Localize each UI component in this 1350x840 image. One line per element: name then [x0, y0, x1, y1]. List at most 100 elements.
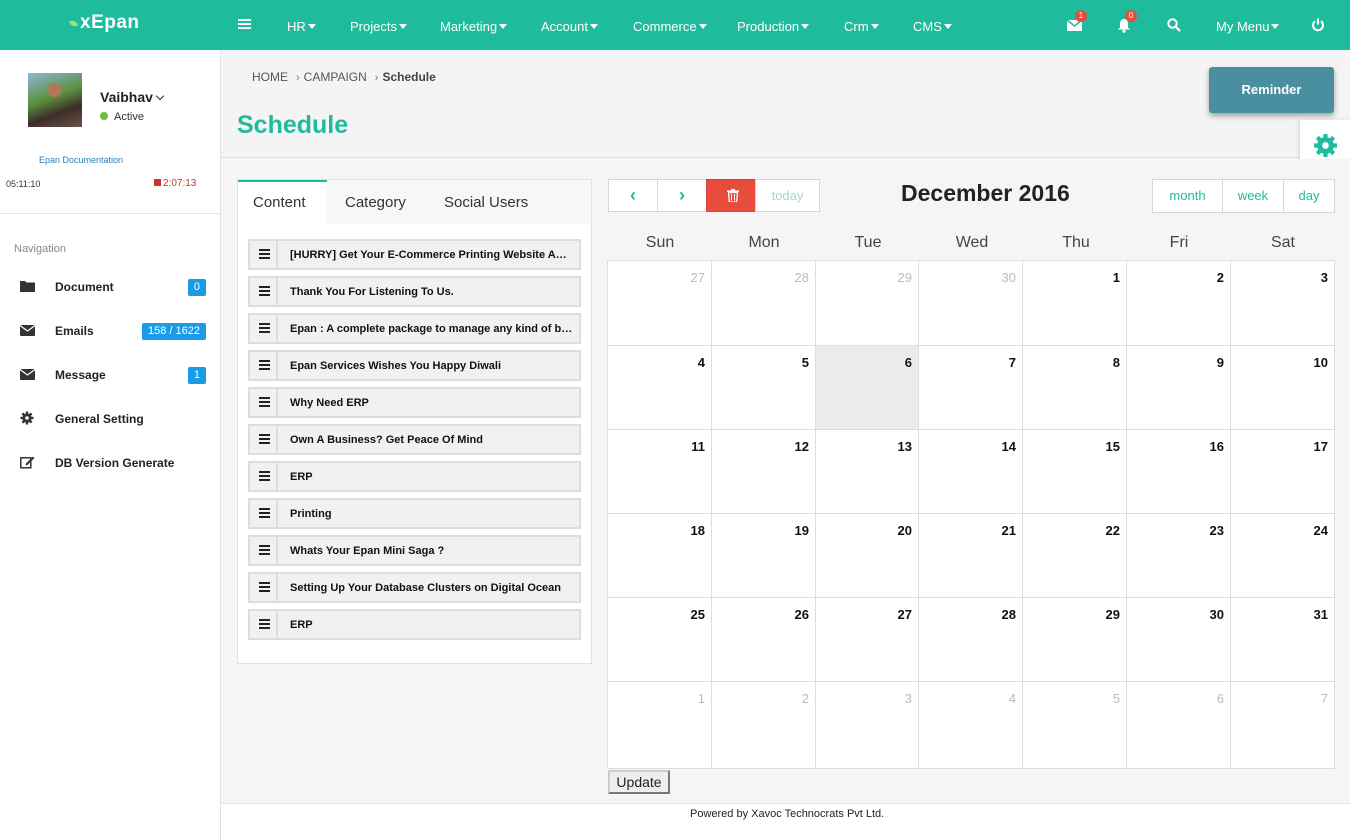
- brand-logo[interactable]: xEpan: [69, 12, 140, 34]
- calendar-day-cell[interactable]: 24: [1231, 514, 1335, 598]
- calendar-day-cell[interactable]: 28: [919, 598, 1023, 682]
- menu-cms[interactable]: CMS: [913, 19, 952, 34]
- calendar-day-cell[interactable]: 29: [816, 261, 919, 346]
- calendar-day-cell[interactable]: 22: [1023, 514, 1127, 598]
- calendar-day-cell[interactable]: 6: [1127, 682, 1231, 769]
- delete-button[interactable]: [706, 179, 758, 212]
- list-item[interactable]: ERP: [248, 609, 581, 640]
- drag-handle-icon[interactable]: [250, 463, 278, 490]
- calendar-day-cell[interactable]: 6: [816, 346, 919, 430]
- list-item[interactable]: Why Need ERP: [248, 387, 581, 418]
- next-month-button[interactable]: ›: [657, 179, 707, 212]
- calendar-day-cell[interactable]: 27: [816, 598, 919, 682]
- calendar-day-cell[interactable]: 5: [712, 346, 816, 430]
- mail-button[interactable]: 1: [1066, 10, 1087, 34]
- menu-projects[interactable]: Projects: [350, 19, 407, 34]
- list-item[interactable]: Own A Business? Get Peace Of Mind: [248, 424, 581, 455]
- calendar-day-cell[interactable]: 13: [816, 430, 919, 514]
- menu-production[interactable]: Production: [737, 19, 810, 34]
- list-item[interactable]: Epan Services Wishes You Happy Diwali: [248, 350, 581, 381]
- calendar-day-cell[interactable]: 25: [608, 598, 712, 682]
- list-item[interactable]: [HURRY] Get Your E-Commerce Printing Web…: [248, 239, 581, 270]
- calendar-day-cell[interactable]: 4: [919, 682, 1023, 769]
- drag-handle-icon[interactable]: [250, 241, 278, 268]
- calendar-day-cell[interactable]: 29: [1023, 598, 1127, 682]
- calendar-day-cell[interactable]: 18: [608, 514, 712, 598]
- list-item[interactable]: Setting Up Your Database Clusters on Dig…: [248, 572, 581, 603]
- sidebar-item-general-setting[interactable]: General Setting: [20, 408, 206, 430]
- calendar-day-cell[interactable]: 2: [712, 682, 816, 769]
- calendar-day-cell[interactable]: 12: [712, 430, 816, 514]
- menu-crm[interactable]: Crm: [844, 19, 879, 34]
- view-week-button[interactable]: week: [1222, 179, 1284, 213]
- drag-handle-icon[interactable]: [250, 315, 278, 342]
- calendar-day-cell[interactable]: 8: [1023, 346, 1127, 430]
- calendar-day-cell[interactable]: 28: [712, 261, 816, 346]
- calendar-day-cell[interactable]: 11: [608, 430, 712, 514]
- list-item[interactable]: Epan : A complete package to manage any …: [248, 313, 581, 344]
- tab-content[interactable]: Content: [238, 180, 327, 224]
- stop-icon[interactable]: [154, 179, 161, 186]
- list-item[interactable]: Thank You For Listening To Us.: [248, 276, 581, 307]
- calendar-day-cell[interactable]: 26: [712, 598, 816, 682]
- drag-handle-icon[interactable]: [250, 426, 278, 453]
- calendar-day-cell[interactable]: 30: [919, 261, 1023, 346]
- tab-social-users[interactable]: Social Users: [444, 180, 528, 224]
- calendar-day-cell[interactable]: 14: [919, 430, 1023, 514]
- menu-account[interactable]: Account: [541, 19, 598, 34]
- view-month-button[interactable]: month: [1152, 179, 1223, 213]
- notifications-button[interactable]: 0: [1117, 10, 1137, 34]
- calendar-day-cell[interactable]: 4: [608, 346, 712, 430]
- calendar-day-cell[interactable]: 1: [608, 682, 712, 769]
- documentation-link[interactable]: Epan Documentation: [39, 155, 123, 165]
- reminder-button[interactable]: Reminder: [1209, 67, 1334, 113]
- drag-handle-icon[interactable]: [250, 352, 278, 379]
- drag-handle-icon[interactable]: [250, 611, 278, 638]
- drag-handle-icon[interactable]: [250, 574, 278, 601]
- user-menu[interactable]: Vaibhav: [100, 89, 165, 105]
- avatar[interactable]: [28, 73, 82, 127]
- drag-handle-icon[interactable]: [250, 278, 278, 305]
- calendar-day-cell[interactable]: 19: [712, 514, 816, 598]
- calendar-day-cell[interactable]: 17: [1231, 430, 1335, 514]
- prev-month-button[interactable]: ‹: [608, 179, 658, 212]
- search-button[interactable]: [1167, 18, 1183, 34]
- calendar-day-cell[interactable]: 5: [1023, 682, 1127, 769]
- sidebar-item-message[interactable]: Message 1: [20, 364, 206, 386]
- power-button[interactable]: [1311, 18, 1327, 34]
- calendar-day-cell[interactable]: 16: [1127, 430, 1231, 514]
- calendar-day-cell[interactable]: 31: [1231, 598, 1335, 682]
- tab-category[interactable]: Category: [345, 180, 406, 224]
- drag-handle-icon[interactable]: [250, 537, 278, 564]
- breadcrumb-campaign[interactable]: CAMPAIGN: [304, 70, 367, 84]
- view-day-button[interactable]: day: [1283, 179, 1335, 213]
- menu-commerce[interactable]: Commerce: [633, 19, 707, 34]
- drag-handle-icon[interactable]: [250, 500, 278, 527]
- calendar-day-cell[interactable]: 15: [1023, 430, 1127, 514]
- calendar-day-cell[interactable]: 3: [816, 682, 919, 769]
- hamburger-menu-icon[interactable]: [238, 19, 251, 31]
- sidebar-item-document[interactable]: Document 0: [20, 276, 206, 298]
- menu-marketing[interactable]: Marketing: [440, 19, 508, 34]
- my-menu-dropdown[interactable]: My Menu: [1216, 19, 1280, 34]
- calendar-day-cell[interactable]: 30: [1127, 598, 1231, 682]
- list-item[interactable]: Printing: [248, 498, 581, 529]
- drag-handle-icon[interactable]: [250, 389, 278, 416]
- calendar-day-cell[interactable]: 21: [919, 514, 1023, 598]
- calendar-day-cell[interactable]: 9: [1127, 346, 1231, 430]
- sidebar-item-db-version-generate[interactable]: DB Version Generate: [20, 452, 206, 474]
- calendar-day-cell[interactable]: 23: [1127, 514, 1231, 598]
- calendar-day-cell[interactable]: 3: [1231, 261, 1335, 346]
- calendar-day-cell[interactable]: 2: [1127, 261, 1231, 346]
- update-button[interactable]: Update: [608, 770, 670, 794]
- calendar-day-cell[interactable]: 7: [1231, 682, 1335, 769]
- calendar-day-cell[interactable]: 10: [1231, 346, 1335, 430]
- list-item[interactable]: Whats Your Epan Mini Saga ?: [248, 535, 581, 566]
- calendar-day-cell[interactable]: 20: [816, 514, 919, 598]
- breadcrumb-home[interactable]: HOME: [252, 70, 288, 84]
- calendar-day-cell[interactable]: 1: [1023, 261, 1127, 346]
- today-button[interactable]: today: [755, 179, 820, 212]
- calendar-day-cell[interactable]: 27: [608, 261, 712, 346]
- menu-hr[interactable]: HR: [287, 19, 316, 34]
- list-item[interactable]: ERP: [248, 461, 581, 492]
